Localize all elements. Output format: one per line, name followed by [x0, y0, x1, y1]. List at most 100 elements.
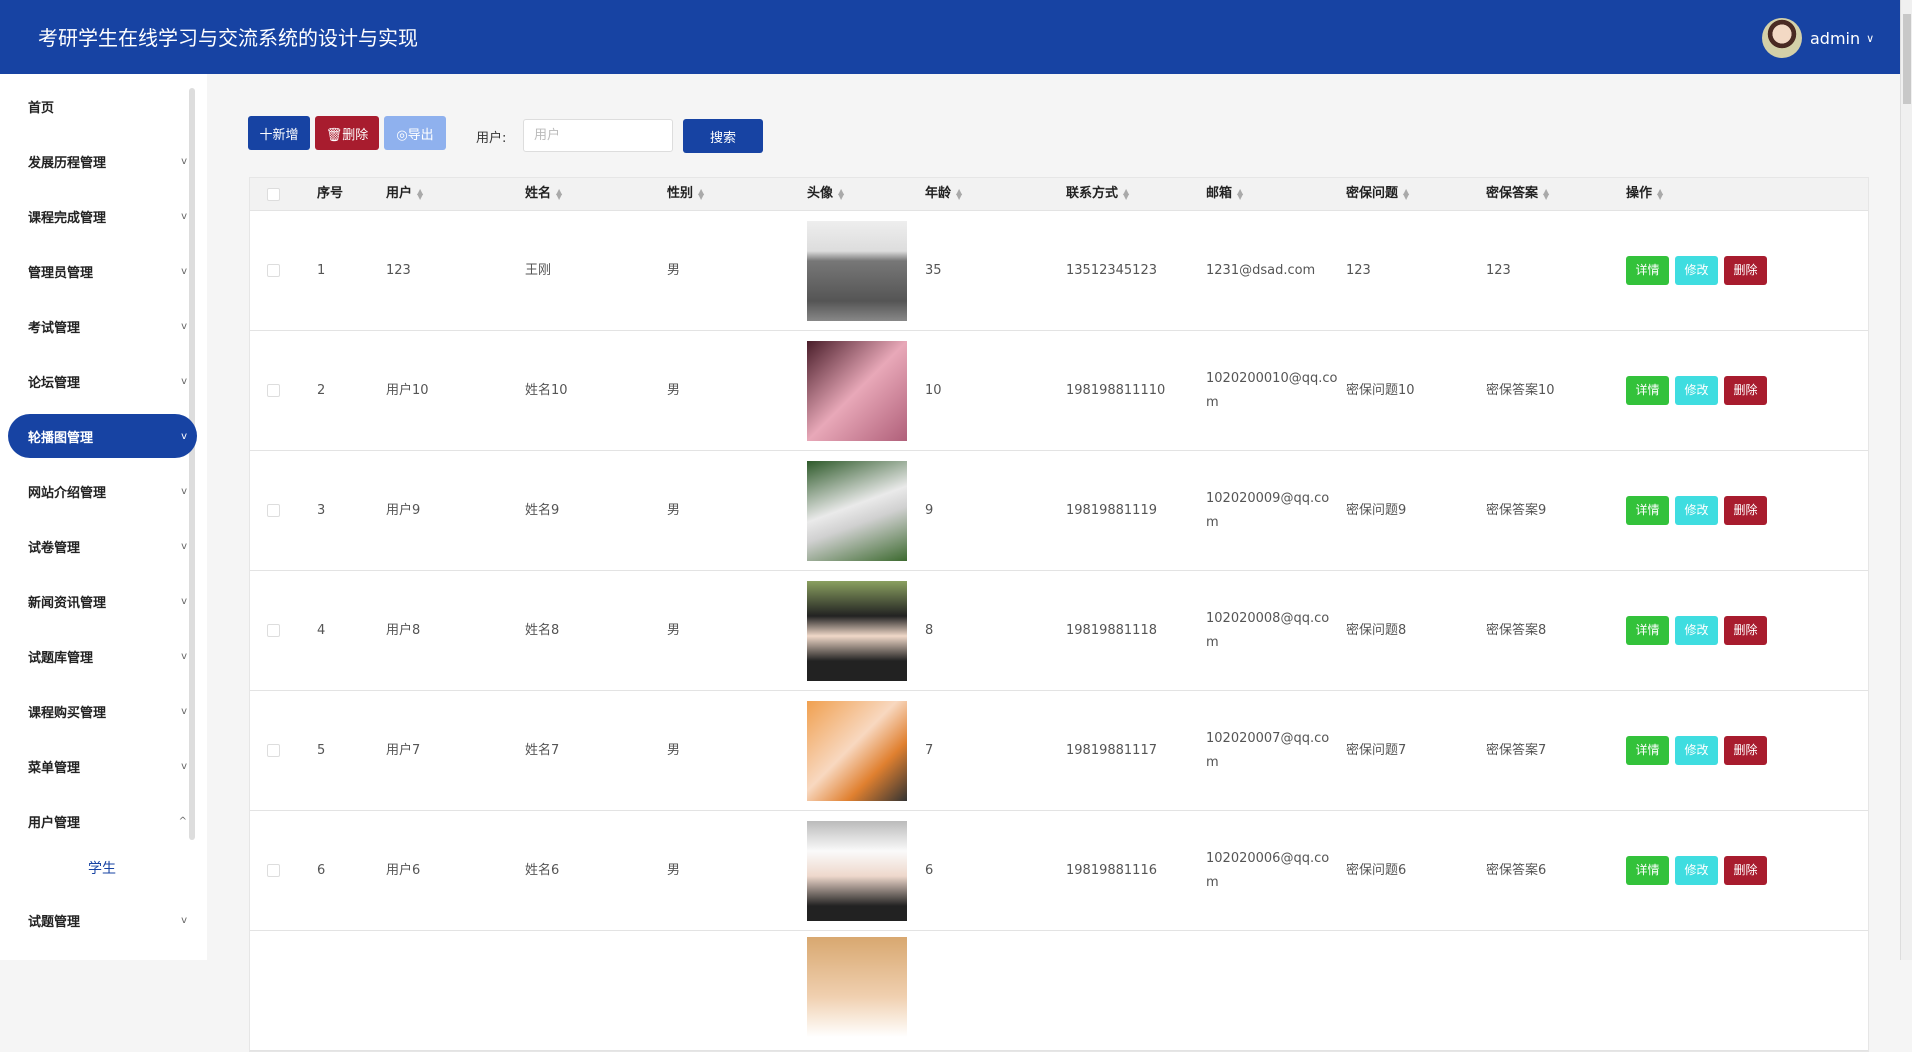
column-header[interactable]: 邮箱 ▲ ▼	[1206, 182, 1346, 206]
chevron-icon: v	[181, 210, 187, 222]
column-header[interactable]: 头像 ▲ ▼	[807, 182, 925, 206]
sort-icon[interactable]: ▲ ▼	[417, 187, 423, 200]
edit-button[interactable]: 修改	[1675, 496, 1718, 525]
sort-icon[interactable]: ▲ ▼	[956, 187, 962, 200]
sidebar-item[interactable]: 课程完成管理 v	[8, 194, 197, 238]
search-button[interactable]: 搜索	[683, 119, 763, 153]
cell-gender: 男	[667, 862, 681, 878]
column-header[interactable]: 密保答案 ▲ ▼	[1486, 182, 1626, 206]
sidebar-item[interactable]: 管理员管理 v	[8, 249, 197, 293]
sidebar-item-label: 首页	[28, 100, 55, 116]
sidebar-item[interactable]: 菜单管理 v	[8, 744, 197, 788]
avatar-photo	[807, 700, 907, 801]
chevron-icon: v	[181, 155, 187, 167]
cell-name: 姓名6	[525, 862, 560, 878]
row-checkbox[interactable]	[267, 384, 280, 397]
table-row: 1 123 王刚 男 35 13512345123 1231@dsad.com 123 123 详…	[250, 211, 1868, 331]
cell-question: 密保问题8	[1346, 622, 1407, 638]
user-menu[interactable]: admin ∨	[1762, 18, 1874, 58]
column-header[interactable]: 密保问题 ▲ ▼	[1346, 182, 1486, 206]
sidebar-item[interactable]: 试卷管理 v	[8, 524, 197, 568]
sidebar-item[interactable]: 论坛管理 v	[8, 359, 197, 403]
cell-age: 8	[925, 622, 934, 638]
sidebar-item[interactable]: 用户管理 ^	[8, 799, 197, 843]
detail-button[interactable]: 详情	[1626, 856, 1669, 885]
column-header[interactable]: 联系方式 ▲ ▼	[1066, 182, 1206, 206]
user-search-input[interactable]	[523, 119, 673, 152]
column-header[interactable]: 姓名 ▲ ▼	[525, 182, 667, 206]
cell-user: 用户10	[386, 382, 429, 398]
sort-icon[interactable]: ▲ ▼	[698, 187, 704, 200]
select-all-checkbox[interactable]	[267, 187, 280, 201]
cell-answer: 密保答案10	[1486, 382, 1555, 398]
detail-button[interactable]: 详情	[1626, 496, 1669, 525]
export-button[interactable]: ◎导出	[384, 116, 446, 150]
sidebar-item[interactable]: 课程购买管理 v	[8, 689, 197, 733]
edit-button[interactable]: 修改	[1675, 256, 1718, 285]
column-header[interactable]: 性别 ▲ ▼	[667, 182, 807, 206]
cell-gender: 男	[667, 622, 681, 638]
avatar-photo	[807, 460, 907, 561]
delete-button[interactable]: 🗑删除	[315, 116, 379, 150]
sidebar-item-label: 试题管理	[28, 914, 81, 930]
username: admin	[1810, 28, 1861, 48]
sidebar-subitem-student[interactable]: 学生	[88, 858, 116, 878]
sort-icon[interactable]: ▲ ▼	[1123, 187, 1129, 200]
delete-row-button[interactable]: 删除	[1724, 376, 1767, 405]
sidebar-item[interactable]: 试题管理 v	[8, 898, 197, 942]
add-button[interactable]: 十新增	[248, 116, 310, 150]
cell-email: 1231@dsad.com	[1206, 262, 1316, 278]
edit-button[interactable]: 修改	[1675, 376, 1718, 405]
column-header[interactable]: 序号	[317, 182, 386, 206]
edit-button[interactable]: 修改	[1675, 736, 1718, 765]
row-checkbox[interactable]	[267, 624, 280, 637]
delete-row-button[interactable]: 删除	[1724, 256, 1767, 285]
sidebar-item[interactable]: 新闻资讯管理 v	[8, 579, 197, 623]
chevron-icon: v	[181, 540, 187, 552]
detail-button[interactable]: 详情	[1626, 376, 1669, 405]
sidebar-item[interactable]: 考试管理 v	[8, 304, 197, 348]
page-scrollbar[interactable]	[1900, 0, 1912, 960]
detail-button[interactable]: 详情	[1626, 256, 1669, 285]
row-checkbox[interactable]	[267, 264, 280, 277]
sidebar-item[interactable]: 首页	[8, 84, 197, 128]
row-checkbox[interactable]	[267, 504, 280, 517]
sort-icon[interactable]: ▲ ▼	[1657, 187, 1663, 200]
sort-icon[interactable]: ▲ ▼	[1543, 187, 1549, 200]
table-row: 3 用户9 姓名9 男 9 19819881119 102020009@qq.com 密保问题…	[250, 451, 1868, 571]
sidebar-item-label: 发展历程管理	[28, 155, 107, 171]
detail-button[interactable]: 详情	[1626, 736, 1669, 765]
sidebar-item-label: 论坛管理	[28, 375, 81, 391]
edit-button[interactable]: 修改	[1675, 616, 1718, 645]
delete-row-button[interactable]: 删除	[1724, 616, 1767, 645]
sidebar-item[interactable]: 网站介绍管理 v	[8, 469, 197, 513]
sidebar-item[interactable]: 发展历程管理 v	[8, 139, 197, 183]
edit-button[interactable]: 修改	[1675, 856, 1718, 885]
sidebar-item[interactable]: 轮播图管理 v	[8, 414, 197, 458]
delete-row-button[interactable]: 删除	[1724, 856, 1767, 885]
sidebar-item-label: 菜单管理	[28, 760, 81, 776]
sort-icon[interactable]: ▲ ▼	[556, 187, 562, 200]
sort-icon[interactable]: ▲ ▼	[1403, 187, 1409, 200]
delete-row-button[interactable]: 删除	[1724, 736, 1767, 765]
column-header[interactable]: 用户 ▲ ▼	[386, 182, 525, 206]
avatar-photo	[807, 820, 907, 921]
sort-icon[interactable]: ▲ ▼	[838, 187, 844, 200]
sidebar-item[interactable]: 试题库管理 v	[8, 634, 197, 678]
row-checkbox[interactable]	[267, 864, 280, 877]
cell-email: 102020007@qq.com	[1206, 730, 1330, 770]
sidebar-item-label: 试卷管理	[28, 540, 81, 556]
sidebar-item-label: 网站介绍管理	[28, 485, 107, 501]
cell-age: 35	[925, 262, 942, 278]
chevron-icon: ^	[178, 815, 187, 827]
delete-row-button[interactable]: 删除	[1724, 496, 1767, 525]
cell-answer: 密保答案9	[1486, 502, 1547, 518]
sort-icon[interactable]: ▲ ▼	[1237, 187, 1243, 200]
detail-button[interactable]: 详情	[1626, 616, 1669, 645]
column-header[interactable]: 操作 ▲ ▼	[1626, 182, 1870, 206]
column-header[interactable]: 年龄 ▲ ▼	[925, 182, 1066, 206]
cell-user: 用户9	[386, 502, 421, 518]
sidebar-item-label: 新闻资讯管理	[28, 595, 107, 611]
row-checkbox[interactable]	[267, 744, 280, 757]
cell-user: 用户6	[386, 862, 421, 878]
